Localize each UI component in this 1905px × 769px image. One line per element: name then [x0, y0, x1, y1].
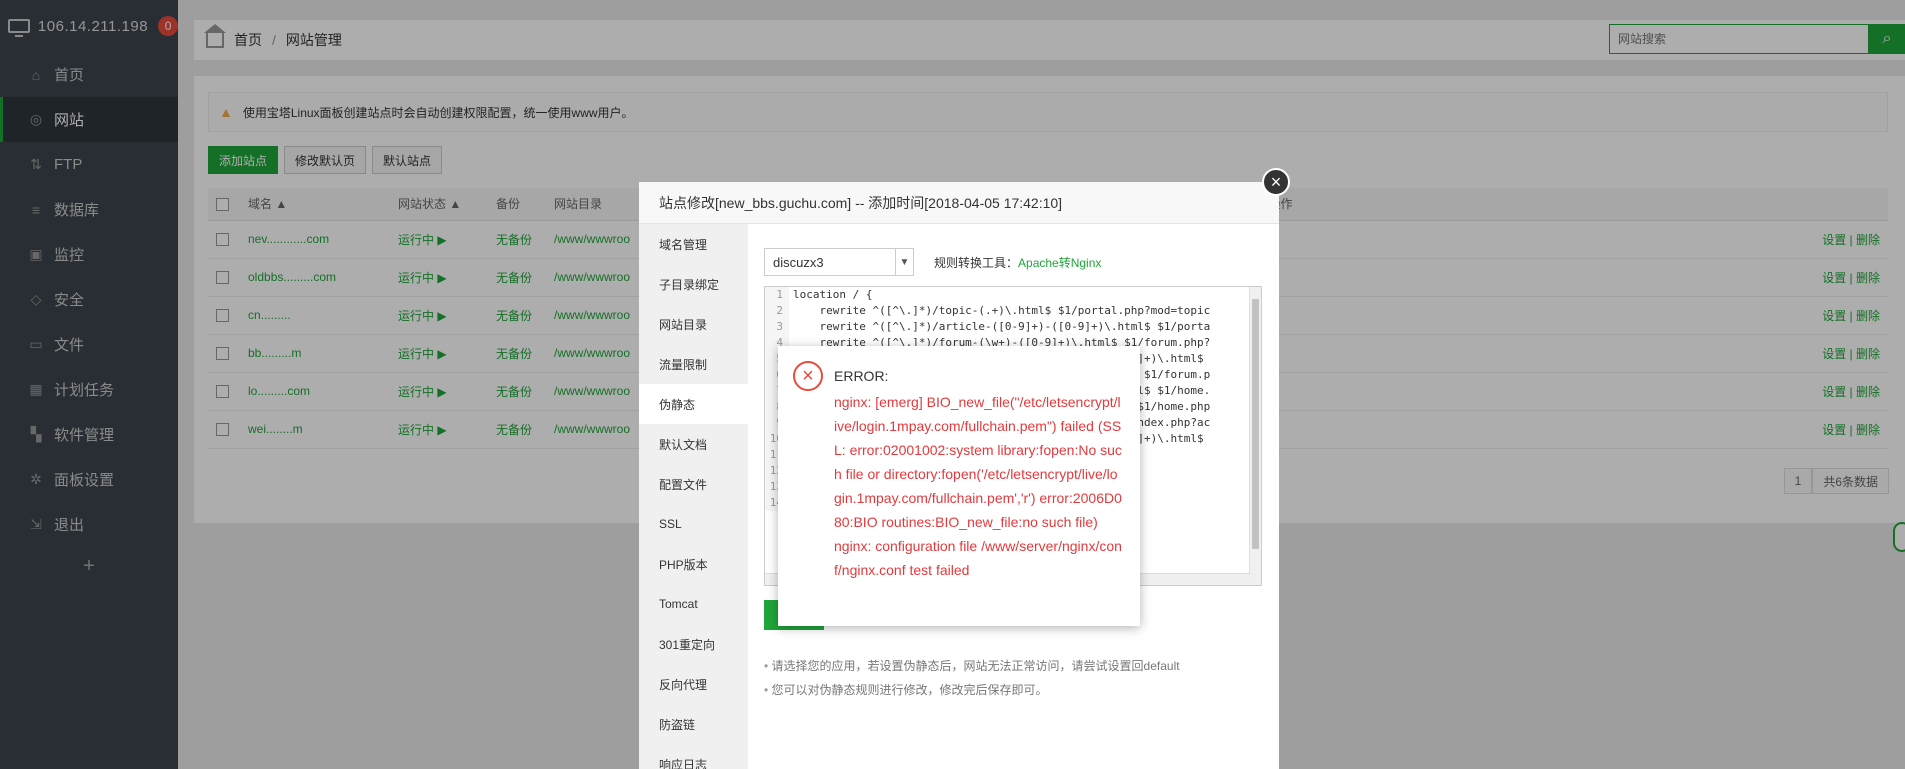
modal-nav-item[interactable]: 网站目录 [639, 304, 748, 344]
error-dialog: × ERROR: nginx: [emerg] BIO_new_file("/e… [778, 346, 1140, 626]
modal-title: 站点修改[new_bbs.guchu.com] -- 添加时间[2018-04-… [639, 182, 1279, 224]
modal-nav-item[interactable]: Tomcat [639, 584, 748, 624]
modal-nav-item[interactable]: 防盗链 [639, 704, 748, 744]
modal-nav-item[interactable]: 响应日志 [639, 744, 748, 769]
code-line: 1 location / { [765, 287, 1261, 303]
chevron-down-icon: ▼ [895, 249, 913, 275]
tip-item: 您可以对伪静态规则进行修改，修改完后保存即可。 [764, 678, 1180, 702]
modal-nav-item[interactable]: 域名管理 [639, 224, 748, 264]
modal-nav-item[interactable]: 默认文档 [639, 424, 748, 464]
modal-nav-item[interactable]: 反向代理 [639, 664, 748, 704]
code-line: 2 rewrite ^([^\.]*)/topic-(.+)\.html$ $1… [765, 303, 1261, 319]
error-title: ERROR: [834, 368, 889, 384]
modal-nav-item[interactable]: 子目录绑定 [639, 264, 748, 304]
modal-nav-item[interactable]: 伪静态 [639, 384, 748, 424]
line-number: 2 [765, 303, 789, 319]
error-icon: × [793, 361, 823, 391]
modal-nav-item[interactable]: 301重定向 [639, 624, 748, 664]
close-icon[interactable]: × [1262, 168, 1290, 196]
rewrite-template-select[interactable]: discuzx3 ▼ [764, 248, 914, 276]
line-number: 3 [765, 319, 789, 335]
modal-nav-item[interactable]: PHP版本 [639, 544, 748, 584]
tips-list: 请选择您的应用，若设置伪静态后，网站无法正常访问，请尝试设置回default 您… [764, 654, 1180, 702]
apache-to-nginx-link[interactable]: Apache转Nginx [1018, 256, 1101, 270]
modal-nav-item[interactable]: 配置文件 [639, 464, 748, 504]
rule-convert-tool: 规则转换工具：Apache转Nginx [934, 255, 1102, 270]
error-message: nginx: [emerg] BIO_new_file("/etc/letsen… [834, 394, 1122, 578]
line-number: 1 [765, 287, 789, 303]
code-line: 3 rewrite ^([^\.]*)/article-([0-9]+)-([0… [765, 319, 1261, 335]
modal-nav-item[interactable]: SSL [639, 504, 748, 544]
vertical-scrollbar[interactable] [1249, 287, 1261, 585]
tip-item: 请选择您的应用，若设置伪静态后，网站无法正常访问，请尝试设置回default [764, 654, 1180, 678]
modal-nav: 域名管理 子目录绑定 网站目录 流量限制 伪静态 默认文档 配置文件 SSL PHP版本 Tomc… [639, 224, 748, 769]
modal-nav-item[interactable]: 流量限制 [639, 344, 748, 384]
